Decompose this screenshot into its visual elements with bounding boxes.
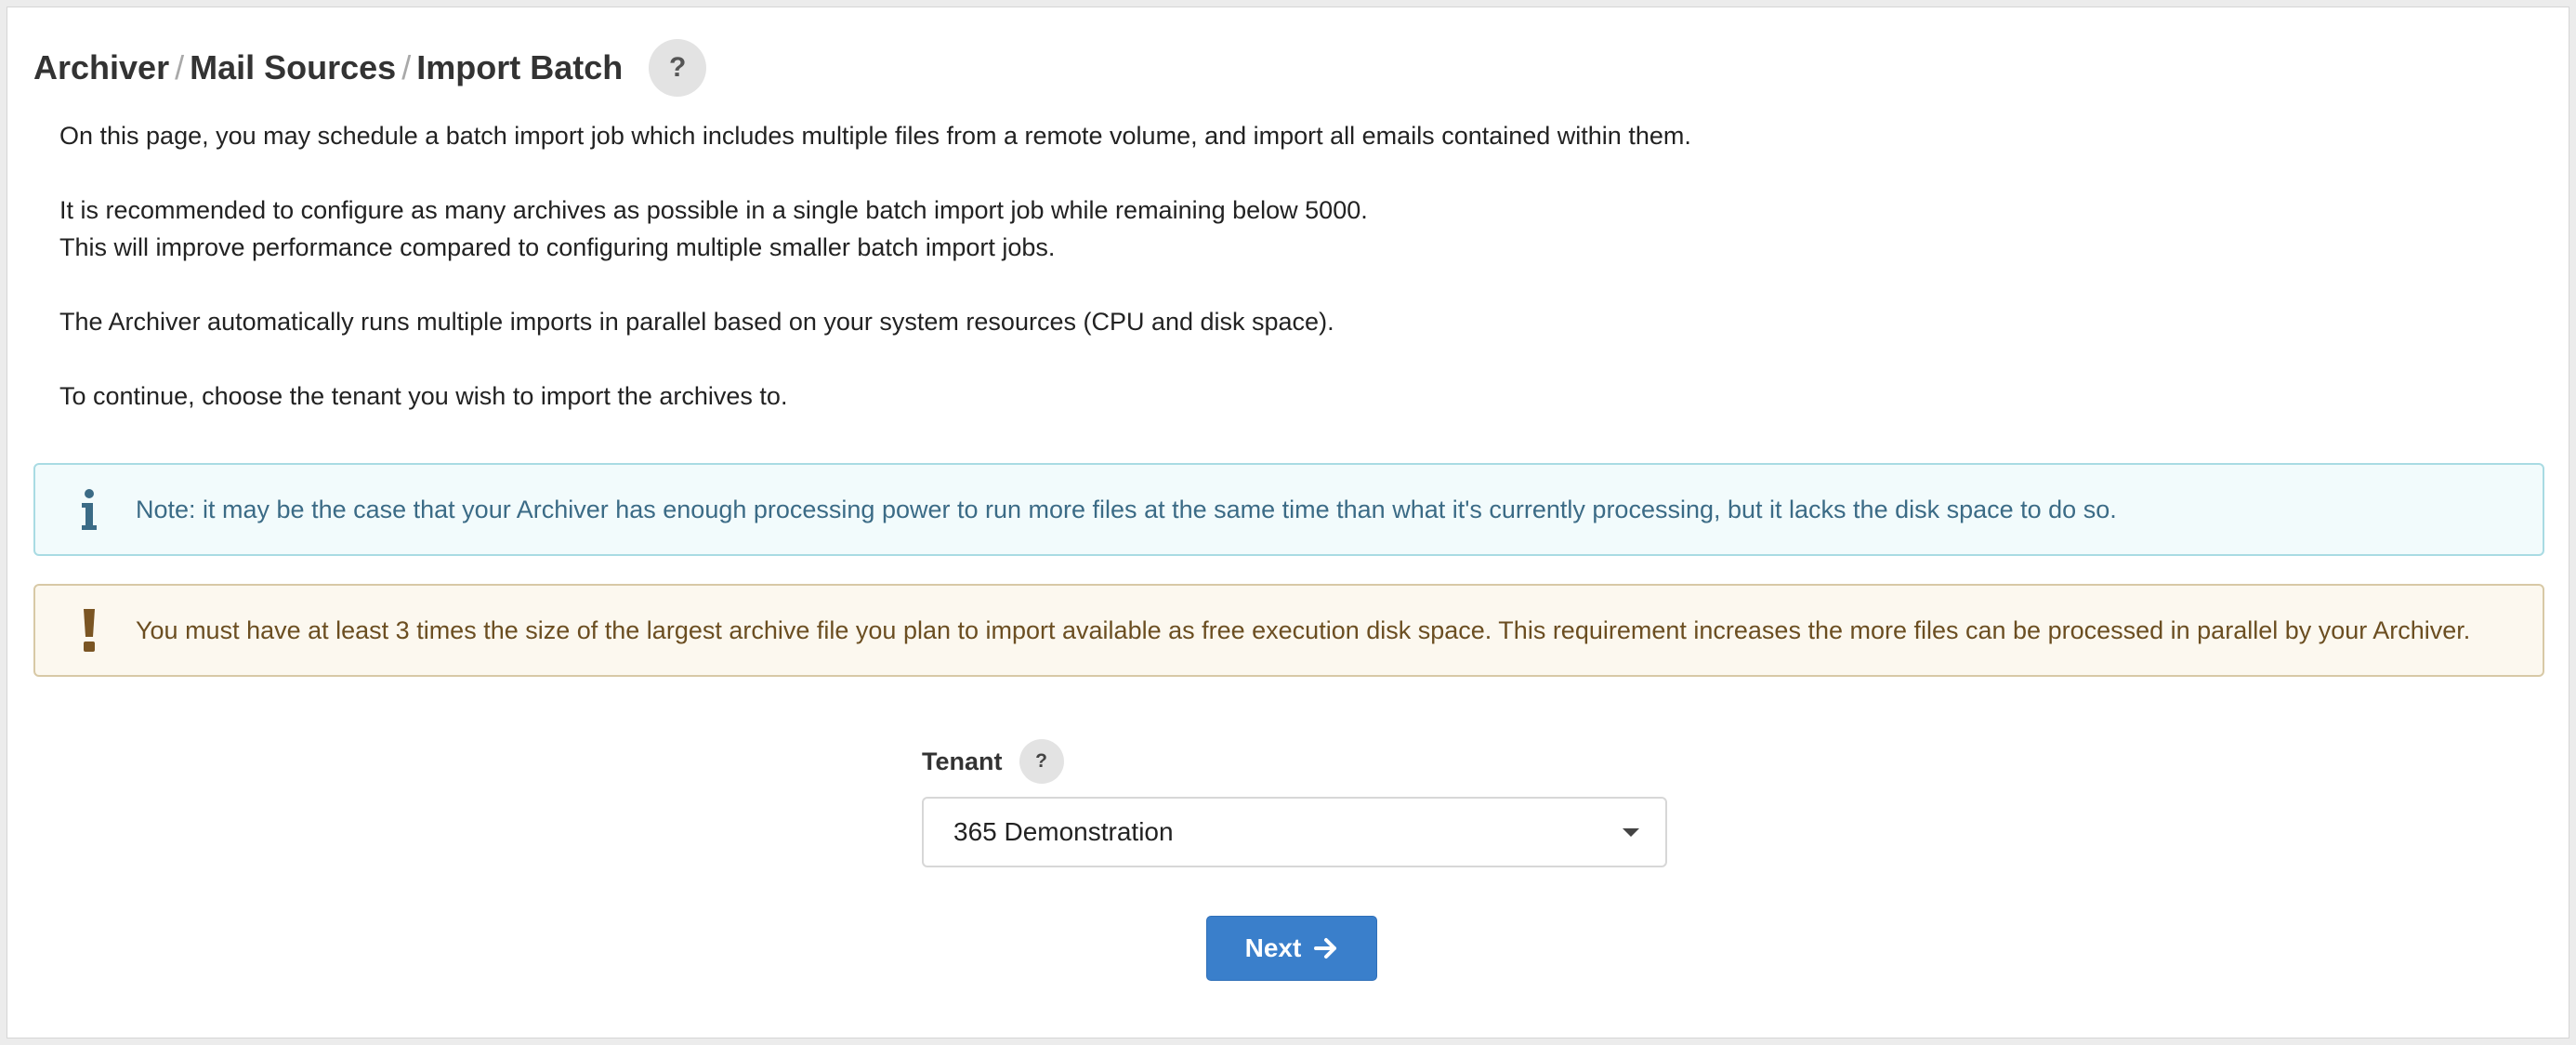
- caret-down-icon: [1623, 827, 1639, 837]
- tenant-select[interactable]: 365 Demonstration: [922, 797, 1667, 867]
- tenant-form: Tenant ? 365 Demonstration: [922, 737, 1667, 867]
- tenant-help-button[interactable]: ?: [1019, 739, 1064, 784]
- intro-paragraph-2a: It is recommended to configure as many a…: [59, 196, 1368, 224]
- intro-paragraph-4: To continue, choose the tenant you wish …: [59, 382, 788, 410]
- intro-paragraph-1: On this page, you may schedule a batch i…: [59, 122, 1691, 150]
- warning-alert-text: You must have at least 3 times the size …: [136, 615, 2471, 644]
- tenant-select-value: 365 Demonstration: [953, 817, 1174, 846]
- next-button-label: Next: [1244, 933, 1302, 962]
- exclamation-icon: [76, 609, 102, 652]
- warning-alert: You must have at least 3 times the size …: [33, 584, 2544, 677]
- main-panel: Archiver / Mail Sources / Import Batch ?…: [7, 7, 2569, 1038]
- info-alert-text: Note: it may be the case that your Archi…: [136, 495, 2117, 523]
- intro-paragraph-2b: This will improve performance compared t…: [59, 233, 1056, 261]
- breadcrumb-separator: /: [401, 48, 412, 86]
- next-button[interactable]: Next: [1206, 916, 1377, 981]
- tenant-label: Tenant: [922, 747, 1003, 775]
- info-alert: Note: it may be the case that your Archi…: [33, 463, 2544, 556]
- breadcrumb-import-batch: Import Batch: [416, 48, 624, 86]
- question-icon: ?: [669, 52, 687, 83]
- intro-text: On this page, you may schedule a batch i…: [59, 117, 2531, 415]
- tenant-label-row: Tenant ?: [922, 737, 1667, 786]
- page-help-button[interactable]: ?: [649, 39, 707, 97]
- info-icon: [76, 488, 102, 531]
- breadcrumb: Archiver / Mail Sources / Import Batch: [33, 48, 623, 87]
- page-header: Archiver / Mail Sources / Import Batch ?: [33, 37, 707, 99]
- breadcrumb-separator: /: [175, 48, 185, 86]
- breadcrumb-mail-sources[interactable]: Mail Sources: [190, 48, 396, 87]
- question-icon: ?: [1035, 750, 1047, 772]
- intro-paragraph-3: The Archiver automatically runs multiple…: [59, 308, 1334, 336]
- arrow-right-icon: [1314, 937, 1338, 959]
- breadcrumb-archiver[interactable]: Archiver: [33, 48, 169, 87]
